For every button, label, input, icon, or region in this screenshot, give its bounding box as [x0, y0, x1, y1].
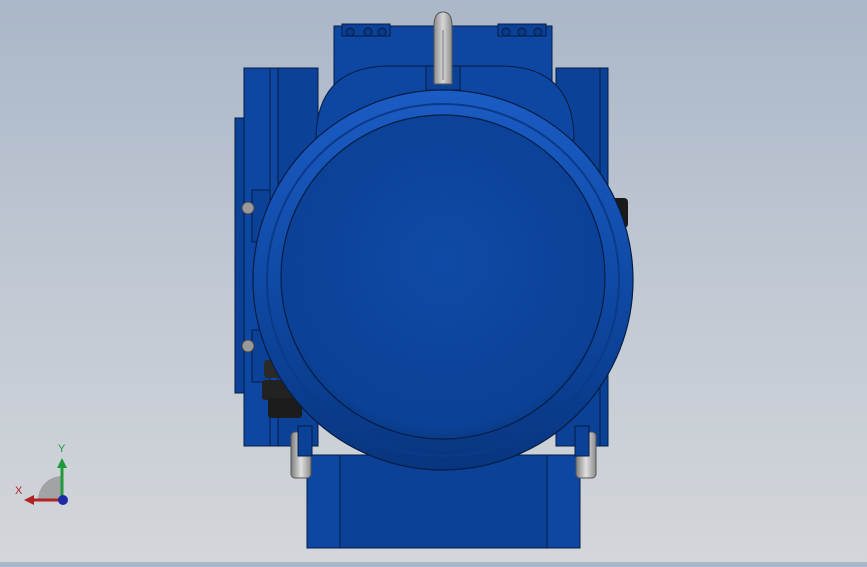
y-arrow-icon	[57, 458, 67, 468]
axis-triad-graphic	[24, 458, 68, 505]
triad-plane	[38, 476, 62, 500]
graphics-viewport[interactable]: Y X	[0, 0, 867, 562]
motor-model[interactable]	[0, 0, 867, 562]
x-arrow-icon	[24, 495, 34, 505]
z-axis-dot	[58, 495, 68, 505]
motor-end-cover	[252, 89, 634, 471]
x-axis-label: X	[15, 485, 23, 497]
coordinate-triad: Y X	[10, 440, 80, 510]
y-axis-label: Y	[58, 443, 66, 455]
